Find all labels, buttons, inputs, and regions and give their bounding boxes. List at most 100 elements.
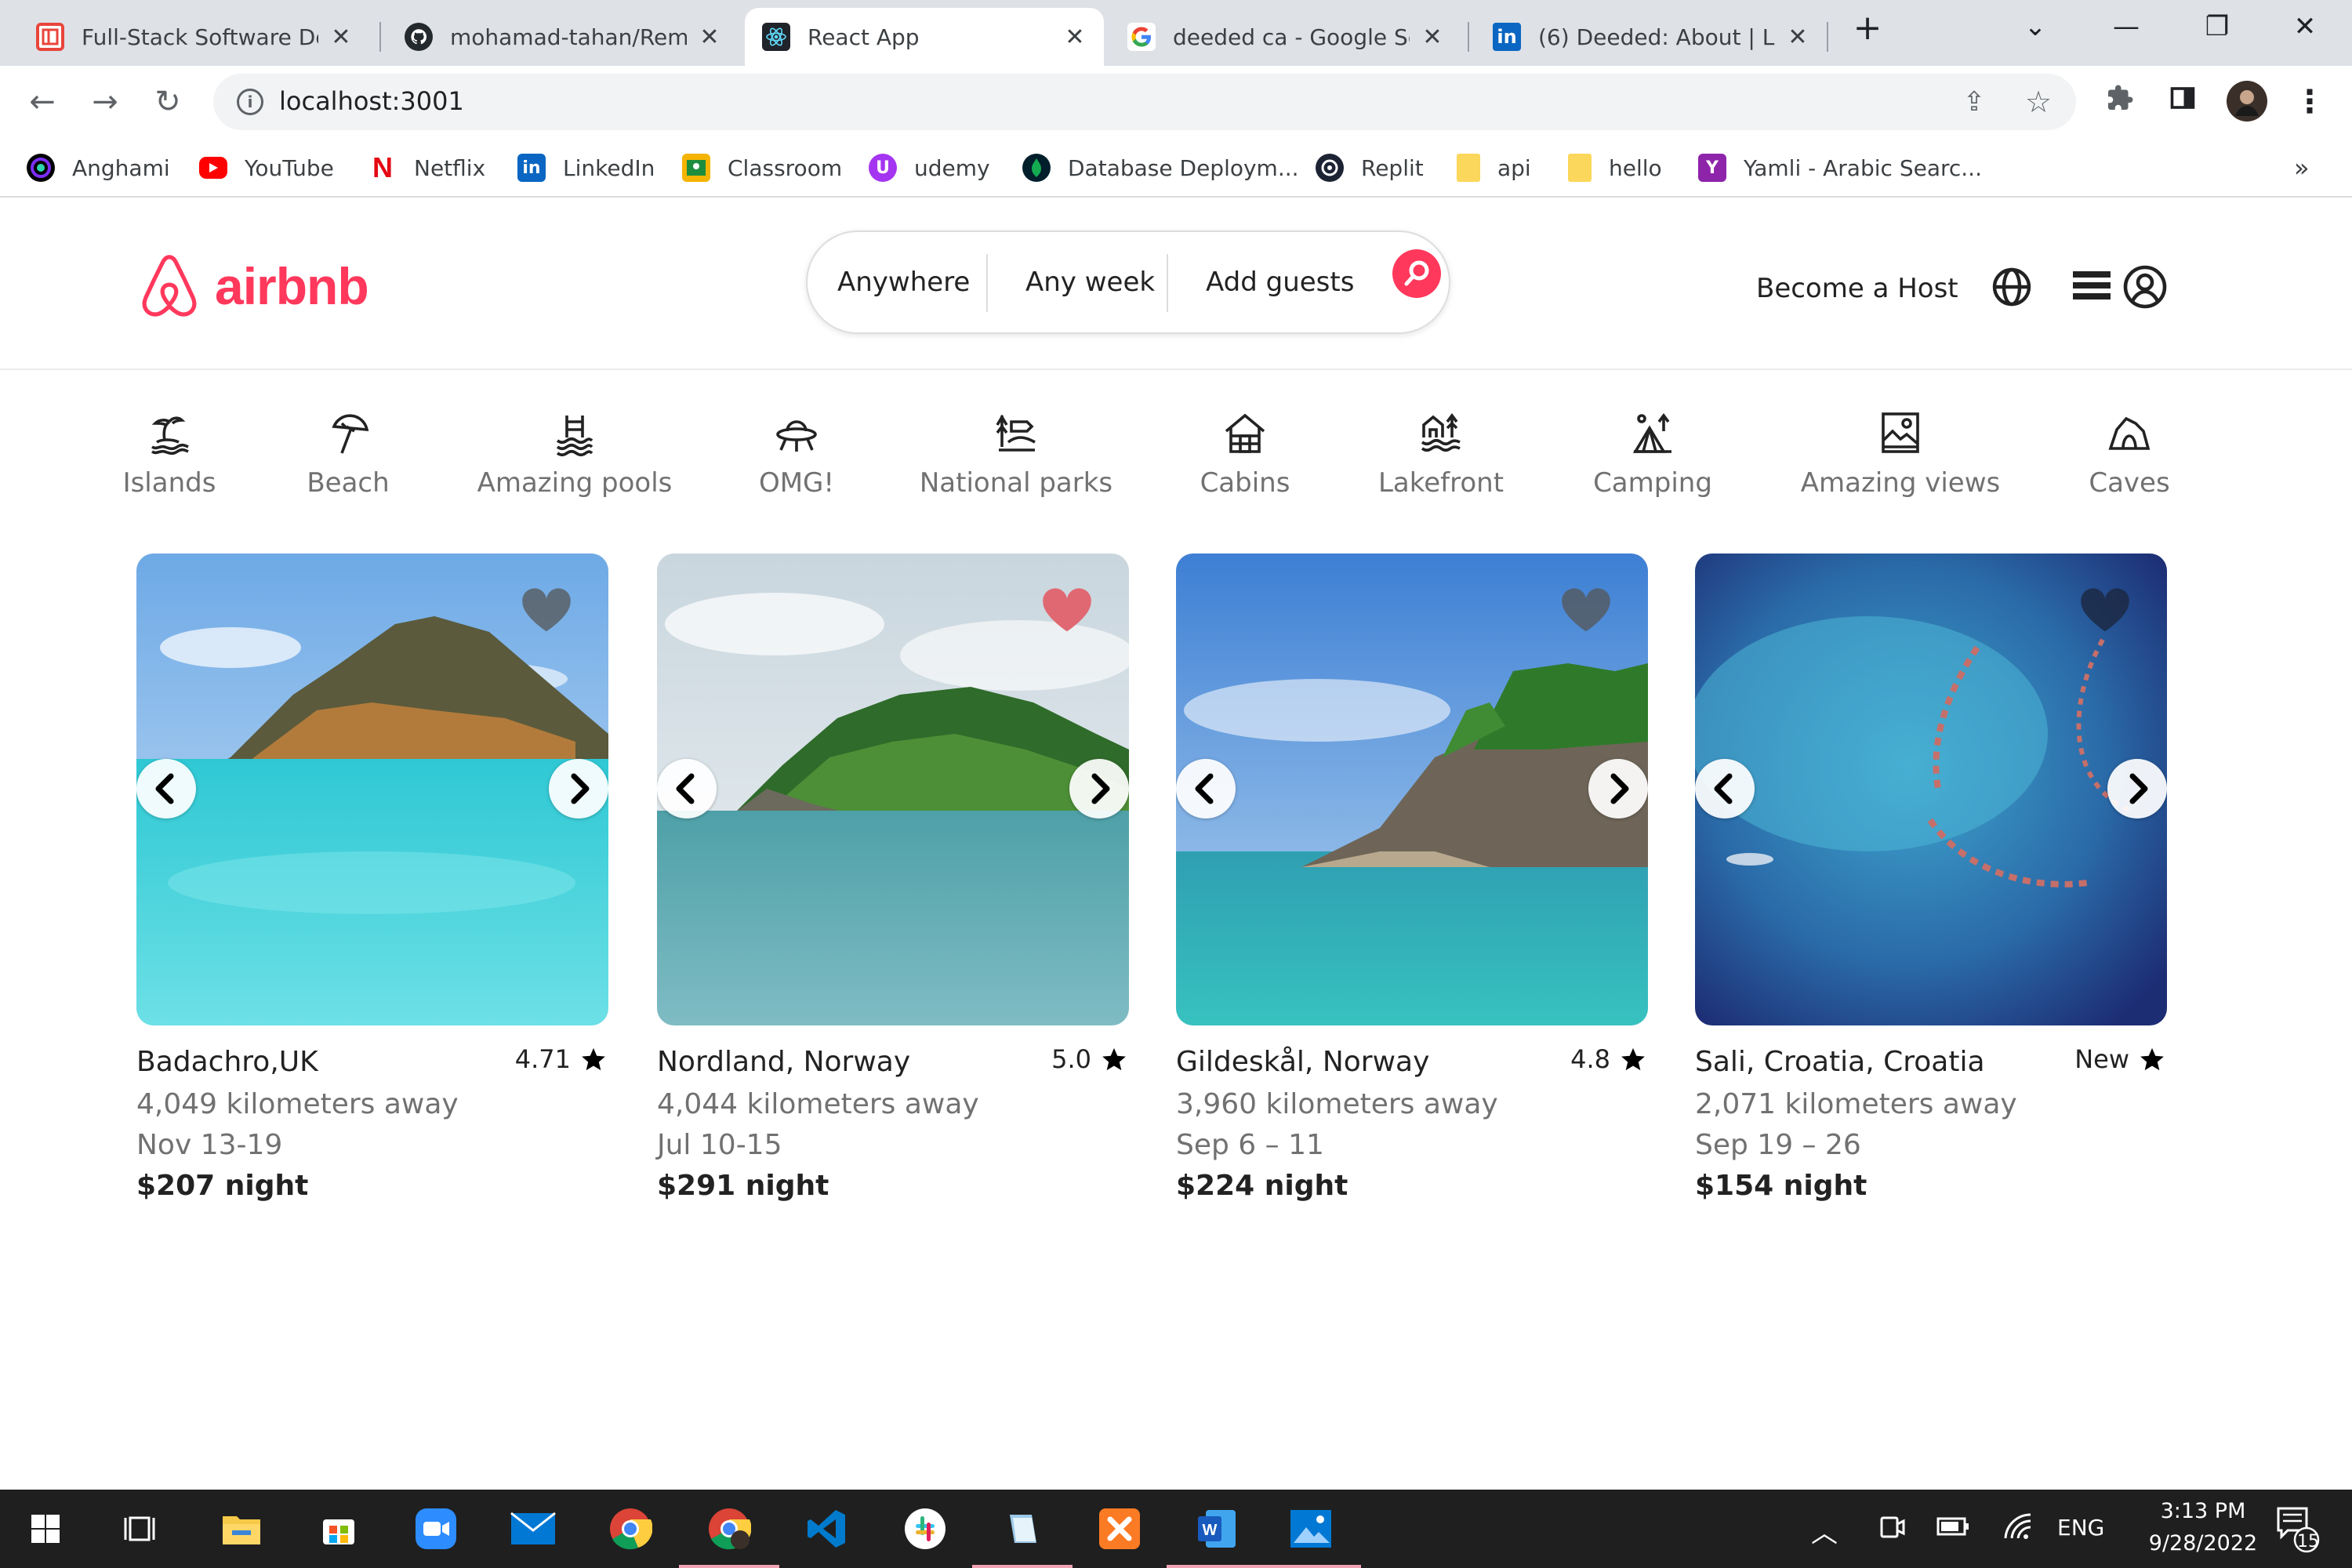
meet-now-icon[interactable] [1878, 1513, 1905, 1547]
clock[interactable]: 3:13 PM 9/28/2022 [2139, 1499, 2267, 1555]
input-language[interactable]: ENG [2057, 1515, 2104, 1541]
bookmark-database-deployments[interactable]: Database Deploym... [1022, 151, 1299, 185]
favorite-heart-icon[interactable] [519, 586, 574, 635]
search-bar[interactable]: Anywhere Any week Add guests [806, 230, 1450, 334]
tab-react-app[interactable]: React App ✕ [745, 8, 1104, 66]
tab-close-icon[interactable]: ✕ [328, 24, 354, 51]
address-bar[interactable]: i localhost:3001 ⇪ ☆ [213, 74, 2076, 130]
tab-close-icon[interactable]: ✕ [1062, 24, 1088, 51]
bookmark-folder-api[interactable]: api [1457, 151, 1531, 185]
tab-linkedin[interactable]: in (6) Deeded: About | Lin ✕ [1475, 8, 1827, 66]
action-center-icon[interactable]: 15 [2274, 1504, 2321, 1559]
reload-icon[interactable]: ↻ [146, 80, 190, 124]
mail-icon[interactable] [508, 1504, 558, 1554]
notepad-icon[interactable] [997, 1504, 1047, 1554]
previous-photo-button[interactable] [136, 759, 196, 818]
previous-photo-button[interactable] [1695, 759, 1755, 818]
bookmark-yamli[interactable]: Y Yamli - Arabic Searc... [1698, 151, 1982, 185]
search-anywhere[interactable]: Anywhere [837, 232, 970, 332]
category-national-parks[interactable]: National parks [914, 409, 1118, 499]
browser-menu-icon[interactable]: ⋮ [2288, 80, 2332, 124]
category-omg[interactable]: OMG! [695, 409, 898, 499]
profile-avatar[interactable] [2225, 80, 2269, 124]
search-button[interactable] [1392, 249, 1441, 298]
tab-search-chevron-icon[interactable]: ⌄ [2004, 11, 2067, 42]
zoom-icon[interactable] [411, 1504, 461, 1554]
url-text[interactable]: localhost:3001 [279, 86, 464, 116]
next-photo-button[interactable] [1069, 759, 1129, 818]
listing-card[interactable]: Nordland, Norway 5.0 4,044 kilometers aw… [657, 554, 1129, 1210]
tab-google-search[interactable]: deeded ca - Google Se ✕ [1110, 8, 1461, 66]
restore-icon[interactable]: ❐ [2186, 11, 2249, 42]
become-a-host-link[interactable]: Become a Host [1756, 273, 1958, 304]
word-icon[interactable]: W [1192, 1504, 1242, 1554]
new-tab-icon[interactable]: + [1836, 8, 1899, 48]
bookmark-linkedin[interactable]: in LinkedIn [517, 151, 655, 185]
user-profile-icon[interactable] [2122, 263, 2167, 309]
category-camping[interactable]: Camping [1551, 409, 1755, 499]
vscode-icon[interactable] [801, 1504, 851, 1554]
menu-icon[interactable] [2070, 267, 2114, 310]
slack-icon[interactable] [900, 1504, 950, 1554]
search-any-week[interactable]: Any week [1025, 232, 1155, 332]
search-add-guests[interactable]: Add guests [1206, 232, 1354, 332]
chrome-profile-icon[interactable] [704, 1504, 754, 1554]
listing-photo[interactable] [657, 554, 1129, 1025]
favorite-heart-icon[interactable] [2078, 586, 2132, 635]
tab-close-icon[interactable]: ✕ [1419, 24, 1446, 51]
next-photo-button[interactable] [2107, 759, 2167, 818]
back-icon[interactable]: ← [20, 80, 64, 124]
listing-photo[interactable] [1695, 554, 2167, 1025]
tab-github[interactable]: mohamad-tahan/Remo ✕ [387, 8, 739, 66]
category-amazing-views[interactable]: Amazing views [1798, 409, 2002, 499]
globe-icon[interactable] [1990, 265, 2034, 309]
category-lakefront[interactable]: Lakefront [1339, 409, 1543, 499]
start-icon[interactable] [20, 1504, 71, 1554]
bookmark-youtube[interactable]: YouTube [199, 151, 334, 185]
category-beach[interactable]: Beach [246, 409, 450, 499]
category-islands[interactable]: Islands [67, 409, 271, 499]
chrome-icon[interactable] [605, 1504, 655, 1554]
bookmark-udemy[interactable]: U udemy [869, 151, 990, 185]
bookmark-folder-hello[interactable]: hello [1568, 151, 1662, 185]
listing-card[interactable]: Sali, Croatia, Croatia New 2,071 kilomet… [1695, 554, 2167, 1210]
forward-icon[interactable]: → [83, 80, 127, 124]
side-panel-icon[interactable] [2161, 80, 2205, 124]
store-icon[interactable] [314, 1504, 364, 1554]
airbnb-logo[interactable]: airbnb [135, 251, 369, 321]
previous-photo-button[interactable] [1176, 759, 1236, 818]
listing-photo[interactable] [1176, 554, 1648, 1025]
category-cabins[interactable]: Cabins [1143, 409, 1347, 499]
listing-photo[interactable] [136, 554, 608, 1025]
photos-icon[interactable] [1286, 1504, 1336, 1554]
more-bookmarks-icon[interactable]: » [2294, 151, 2310, 185]
bookmark-replit[interactable]: Replit [1316, 151, 1424, 185]
wifi-icon[interactable] [2001, 1513, 2032, 1547]
extensions-icon[interactable] [2098, 80, 2142, 124]
favorite-heart-icon[interactable] [1040, 586, 1094, 635]
previous-photo-button[interactable] [657, 759, 717, 818]
tab-close-icon[interactable]: ✕ [1784, 24, 1811, 51]
share-icon[interactable]: ⇪ [1952, 80, 1996, 124]
bookmark-anghami[interactable]: Anghami [27, 151, 170, 185]
bookmark-star-icon[interactable]: ☆ [2016, 80, 2060, 124]
tab-close-icon[interactable]: ✕ [696, 24, 723, 51]
task-view-icon[interactable] [116, 1504, 166, 1554]
bookmark-classroom[interactable]: Classroom [682, 151, 842, 185]
show-hidden-icons-chevron-icon[interactable]: ︿ [1811, 1512, 1838, 1550]
listing-card[interactable]: Gildeskål, Norway 4.8 3,960 kilometers a… [1176, 554, 1648, 1210]
favorite-heart-icon[interactable] [1559, 586, 1613, 635]
xampp-icon[interactable] [1094, 1504, 1145, 1554]
next-photo-button[interactable] [1588, 759, 1648, 818]
listing-card[interactable]: Badachro,UK 4.71 4,049 kilometers away N… [136, 554, 608, 1210]
close-window-icon[interactable]: ✕ [2274, 11, 2336, 42]
site-info-icon[interactable]: i [237, 89, 263, 115]
category-caves[interactable]: Caves [2027, 409, 2231, 499]
bookmark-netflix[interactable]: N Netflix [368, 151, 485, 185]
next-photo-button[interactable] [549, 759, 608, 818]
category-amazing-pools[interactable]: Amazing pools [473, 409, 677, 499]
file-explorer-icon[interactable] [216, 1504, 267, 1554]
minimize-icon[interactable]: — [2095, 11, 2158, 42]
tab-portfolio[interactable]: Full-Stack Software De ✕ [19, 8, 370, 66]
battery-icon[interactable] [1936, 1516, 1969, 1542]
